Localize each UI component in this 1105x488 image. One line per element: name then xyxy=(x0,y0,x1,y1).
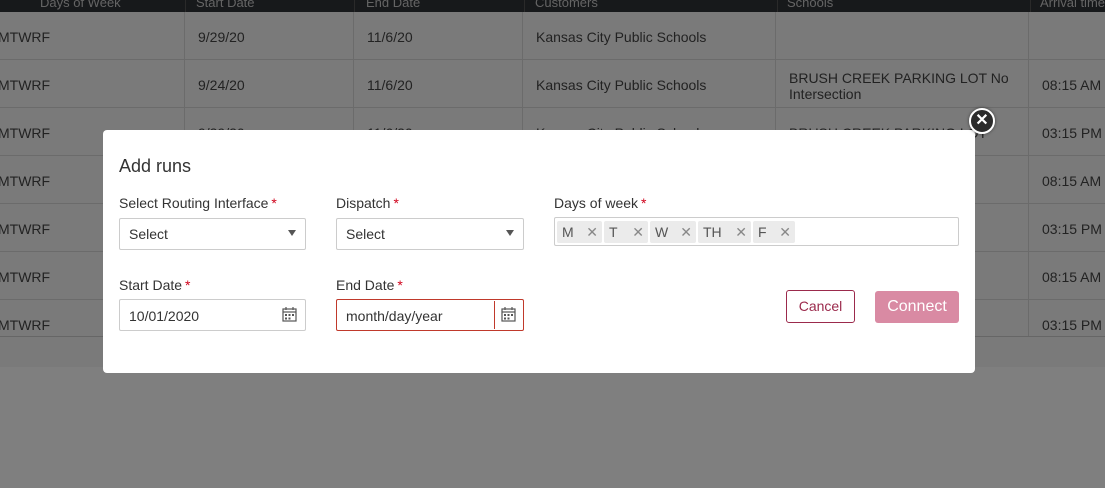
close-icon: ✕ xyxy=(975,112,989,129)
day-tag-t: T ✕ xyxy=(604,221,648,243)
required-marker: * xyxy=(271,195,277,211)
remove-tag-icon[interactable]: ✕ xyxy=(632,221,644,243)
day-tag-th: TH ✕ xyxy=(698,221,751,243)
routing-interface-select[interactable]: Select xyxy=(119,218,306,250)
required-marker: * xyxy=(185,277,191,293)
routing-interface-value: Select xyxy=(129,226,168,242)
end-date-input[interactable]: month/day/year xyxy=(336,299,524,331)
connect-button[interactable]: Connect xyxy=(875,291,959,323)
start-date-label-text: Start Date xyxy=(119,277,183,293)
routing-interface-label: Select Routing Interface * xyxy=(119,195,277,211)
day-tag-w: W ✕ xyxy=(650,221,696,243)
routing-interface-label-text: Select Routing Interface xyxy=(119,195,269,211)
day-tag-m: M ✕ xyxy=(557,221,602,243)
caret-down-icon xyxy=(288,230,296,236)
start-date-input[interactable]: 10/01/2020 xyxy=(119,299,306,331)
modal-title: Add runs xyxy=(119,156,192,176)
end-date-label-text: End Date xyxy=(336,277,395,293)
days-of-week-label: Days of week * xyxy=(554,195,647,211)
start-date-label: Start Date * xyxy=(119,277,190,293)
day-tag-label: W xyxy=(655,224,669,240)
calendar-icon[interactable] xyxy=(494,301,522,329)
remove-tag-icon[interactable]: ✕ xyxy=(586,221,598,243)
required-marker: * xyxy=(393,195,399,211)
day-tag-label: F xyxy=(758,224,767,240)
close-modal-button[interactable]: ✕ xyxy=(969,108,995,134)
cancel-button[interactable]: Cancel xyxy=(786,290,855,323)
day-tag-label: M xyxy=(562,224,574,240)
day-tag-label: TH xyxy=(703,224,722,240)
dispatch-value: Select xyxy=(346,226,385,242)
end-date-label: End Date * xyxy=(336,277,403,293)
remove-tag-icon[interactable]: ✕ xyxy=(680,221,692,243)
required-marker: * xyxy=(641,195,647,211)
start-date-value: 10/01/2020 xyxy=(129,308,200,324)
day-tag-label: T xyxy=(609,224,618,240)
remove-tag-icon[interactable]: ✕ xyxy=(779,221,791,243)
add-runs-modal: Add runs Select Routing Interface * Selec… xyxy=(103,130,975,373)
caret-down-icon xyxy=(506,230,514,236)
day-tag-f: F ✕ xyxy=(753,221,795,243)
remove-tag-icon[interactable]: ✕ xyxy=(735,221,747,243)
dispatch-label-text: Dispatch xyxy=(336,195,391,211)
required-marker: * xyxy=(397,277,403,293)
dispatch-label: Dispatch * xyxy=(336,195,399,211)
dispatch-select[interactable]: Select xyxy=(336,218,524,250)
end-date-placeholder: month/day/year xyxy=(346,308,443,324)
calendar-icon[interactable] xyxy=(276,301,304,329)
days-of-week-label-text: Days of week xyxy=(554,195,639,211)
days-of-week-multiselect[interactable]: M ✕ T ✕ W ✕ TH ✕ F ✕ xyxy=(554,217,959,246)
